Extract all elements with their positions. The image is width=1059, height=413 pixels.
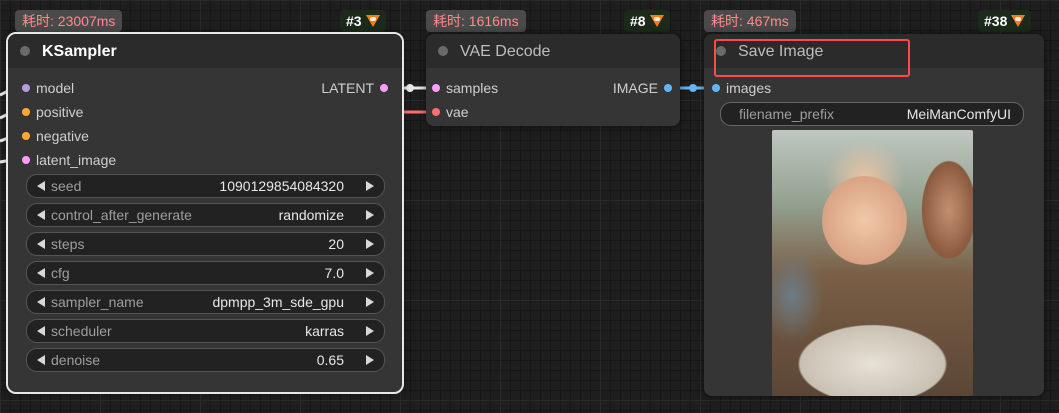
- widget-name: scheduler: [51, 323, 112, 339]
- arrow-right-icon[interactable]: [366, 239, 374, 249]
- widget-value: 1090129854084320: [219, 178, 344, 194]
- ksampler-title-bar[interactable]: KSampler: [8, 34, 402, 68]
- input-slot-images[interactable]: images: [712, 80, 771, 96]
- widget-name: seed: [51, 178, 82, 194]
- widget-control-after-generate[interactable]: control_after_generate randomize: [26, 203, 385, 227]
- input-label-positive: positive: [36, 104, 84, 120]
- widget-steps[interactable]: steps 20: [26, 232, 385, 256]
- widget-name: cfg: [51, 265, 70, 281]
- arrow-left-icon[interactable]: [37, 210, 45, 220]
- input-slot-latent-image[interactable]: latent_image: [22, 152, 116, 168]
- fox-icon: [1011, 15, 1026, 27]
- widget-value: 7.0: [324, 265, 344, 281]
- widget-value: dpmpp_3m_sde_gpu: [212, 294, 344, 310]
- widget-name: steps: [51, 236, 85, 252]
- vae-decode-title-bar[interactable]: VAE Decode: [426, 34, 680, 68]
- slot-dot-icon[interactable]: [380, 84, 388, 92]
- filename-prefix-field[interactable]: filename_prefix MeiManComfyUI: [720, 102, 1024, 126]
- slot-dot-icon[interactable]: [712, 84, 720, 92]
- arrow-left-icon[interactable]: [37, 355, 45, 365]
- save-image-node[interactable]: Save Image images filename_prefix MeiMan…: [704, 34, 1044, 396]
- widget-value: 0.65: [316, 352, 344, 368]
- filename-prefix-label: filename_prefix: [739, 106, 834, 122]
- image-preview[interactable]: [772, 130, 973, 396]
- widget-name: sampler_name: [51, 294, 144, 310]
- vae-decode-time-badge: 耗时: 1616ms: [426, 10, 526, 32]
- input-label-negative: negative: [36, 128, 89, 144]
- output-label-image: IMAGE: [612, 80, 658, 96]
- arrow-left-icon[interactable]: [37, 181, 45, 191]
- widget-name: denoise: [51, 352, 101, 368]
- slot-dot-icon[interactable]: [664, 84, 672, 92]
- status-dot-icon[interactable]: [20, 46, 30, 56]
- slot-dot-icon[interactable]: [22, 156, 30, 164]
- input-slot-samples[interactable]: samples: [432, 80, 498, 96]
- arrow-right-icon[interactable]: [366, 210, 374, 220]
- save-image-time-badge: 耗时: 467ms: [704, 10, 796, 32]
- slot-dot-icon[interactable]: [22, 84, 30, 92]
- slot-dot-icon[interactable]: [22, 132, 30, 140]
- slot-dot-icon[interactable]: [432, 84, 440, 92]
- ksampler-id-badge: #3: [340, 10, 386, 32]
- widget-value: karras: [305, 323, 344, 339]
- highlight-box: [714, 39, 910, 77]
- ksampler-title: KSampler: [42, 43, 117, 60]
- fox-icon: [649, 15, 664, 27]
- arrow-left-icon[interactable]: [37, 239, 45, 249]
- input-slot-vae[interactable]: vae: [432, 104, 469, 120]
- save-image-id-badge: #38: [978, 10, 1032, 32]
- widget-value: 20: [328, 236, 344, 252]
- arrow-right-icon[interactable]: [366, 268, 374, 278]
- input-label-samples: samples: [446, 80, 499, 96]
- vae-decode-id-badge: #8: [624, 10, 670, 32]
- widget-cfg[interactable]: cfg 7.0: [26, 261, 385, 285]
- arrow-right-icon[interactable]: [366, 181, 374, 191]
- output-slot-latent[interactable]: LATENT: [321, 80, 388, 96]
- arrow-right-icon[interactable]: [366, 326, 374, 336]
- arrow-left-icon[interactable]: [37, 297, 45, 307]
- output-slot-image[interactable]: IMAGE: [613, 80, 672, 96]
- vae-decode-node[interactable]: VAE Decode samples vae IMAGE: [426, 34, 680, 126]
- filename-prefix-value: MeiManComfyUI: [906, 106, 1011, 122]
- input-label-latent-image: latent_image: [36, 152, 117, 168]
- arrow-right-icon[interactable]: [366, 297, 374, 307]
- widget-scheduler[interactable]: scheduler karras: [26, 319, 385, 343]
- widget-name: control_after_generate: [51, 207, 192, 223]
- status-dot-icon[interactable]: [438, 46, 448, 56]
- input-label-model: model: [36, 80, 75, 96]
- input-label-vae: vae: [446, 104, 469, 120]
- widget-denoise[interactable]: denoise 0.65: [26, 348, 385, 372]
- vae-decode-title: VAE Decode: [460, 43, 551, 60]
- vae-decode-id-text: #8: [630, 13, 646, 29]
- ksampler-node[interactable]: KSampler model positive negative latent_…: [6, 32, 404, 394]
- input-slot-model[interactable]: model: [22, 80, 74, 96]
- arrow-left-icon[interactable]: [37, 268, 45, 278]
- ksampler-time-badge: 耗时: 23007ms: [15, 10, 123, 32]
- slot-dot-icon[interactable]: [432, 108, 440, 116]
- fox-icon: [365, 15, 380, 27]
- input-label-images: images: [726, 80, 772, 96]
- output-label-latent: LATENT: [321, 80, 374, 96]
- input-slot-positive[interactable]: positive: [22, 104, 83, 120]
- save-image-id-text: #38: [984, 13, 1008, 29]
- arrow-right-icon[interactable]: [366, 355, 374, 365]
- widget-value: randomize: [278, 207, 344, 223]
- input-slot-negative[interactable]: negative: [22, 128, 89, 144]
- widget-seed[interactable]: seed 1090129854084320: [26, 174, 385, 198]
- ksampler-id-text: #3: [346, 13, 362, 29]
- arrow-left-icon[interactable]: [37, 326, 45, 336]
- slot-dot-icon[interactable]: [22, 108, 30, 116]
- widget-sampler-name[interactable]: sampler_name dpmpp_3m_sde_gpu: [26, 290, 385, 314]
